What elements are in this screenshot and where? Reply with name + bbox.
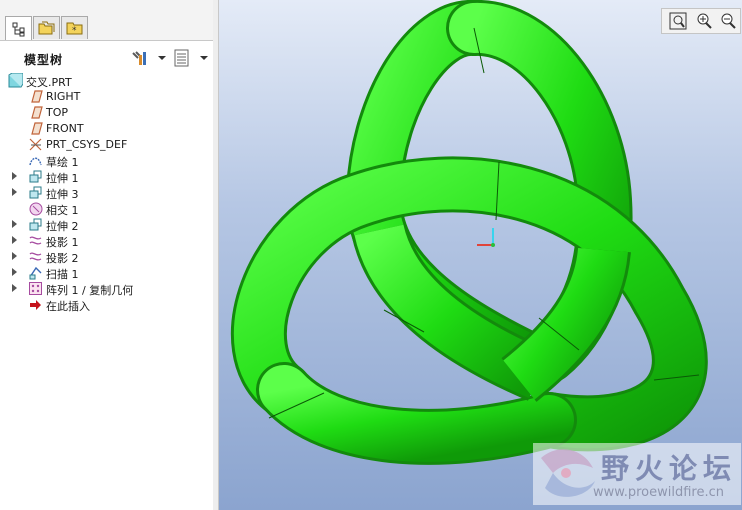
tree-item[interactable]: 草绘 1 — [0, 153, 213, 169]
tree-item-label: 投影 1 — [46, 236, 79, 249]
expand-arrow-icon[interactable] — [12, 252, 17, 260]
expand-arrow-icon[interactable] — [12, 172, 17, 180]
zoom-out-icon[interactable] — [718, 11, 738, 31]
projection-icon — [29, 252, 42, 261]
tree-toolbar — [130, 47, 210, 69]
watermark-url: www.proewildfire.cn — [593, 485, 724, 500]
tree-item[interactable]: FRONT — [0, 121, 213, 137]
sweep-icon — [29, 266, 42, 280]
datum-plane-icon — [31, 106, 43, 119]
tree-item[interactable]: PRT_CSYS_DEF — [0, 137, 213, 153]
view-toolbar — [661, 8, 741, 34]
tree-item[interactable]: 拉伸 3 — [0, 185, 213, 201]
favorites-tab[interactable]: * — [61, 16, 88, 39]
graphics-viewport[interactable] — [219, 0, 742, 510]
tree-root-label: 交叉.PRT — [26, 76, 72, 89]
extrude-icon — [29, 186, 42, 199]
tree-item-label: 拉伸 3 — [46, 188, 79, 201]
expand-arrow-icon[interactable] — [12, 220, 17, 228]
settings-dropdown-arrow[interactable] — [158, 56, 166, 60]
extrude-icon — [29, 218, 42, 231]
zoom-in-icon[interactable] — [694, 11, 714, 31]
expand-arrow-icon[interactable] — [12, 236, 17, 244]
intersect-icon — [29, 202, 43, 216]
tree-item[interactable]: 投影 1 — [0, 233, 213, 249]
tree-item[interactable]: TOP — [0, 105, 213, 121]
tree-item[interactable]: 阵列 1 / 复制几何 — [0, 281, 213, 297]
sketch-icon — [29, 157, 42, 166]
part-icon — [8, 73, 23, 88]
expand-arrow-icon[interactable] — [12, 188, 17, 196]
insert-here-arrow-icon — [30, 300, 41, 310]
panel-tabs: * — [0, 0, 213, 41]
tree-item-label: 投影 2 — [46, 252, 79, 265]
show-options-icon[interactable] — [174, 49, 190, 67]
tree-item[interactable]: 相交 1 — [0, 201, 213, 217]
projection-icon — [29, 236, 42, 245]
settings-icon[interactable] — [130, 49, 150, 67]
datum-plane-icon — [31, 90, 43, 103]
extrude-icon — [29, 170, 42, 183]
tree-item[interactable]: 投影 2 — [0, 249, 213, 265]
model-tree-icon — [12, 22, 24, 36]
coordinate-system-triad — [477, 228, 495, 247]
tree-item-label: TOP — [46, 106, 69, 119]
panel-title: 模型树 — [24, 53, 64, 67]
folder-browser-tab[interactable] — [33, 16, 60, 39]
folder-browser-icon — [38, 21, 54, 35]
expand-arrow-icon[interactable] — [12, 284, 17, 292]
coordinate-system-icon — [29, 138, 42, 151]
tree-item[interactable]: RIGHT — [0, 89, 213, 105]
tree-item-label: 相交 1 — [46, 204, 79, 217]
tree-item[interactable]: 在此插入 — [0, 297, 213, 313]
tree-root[interactable]: 交叉.PRT — [0, 73, 213, 89]
refit-icon[interactable] — [668, 11, 688, 31]
tree-item-label: PRT_CSYS_DEF — [46, 138, 128, 151]
expand-arrow-icon[interactable] — [12, 268, 17, 276]
tree-item-label: 拉伸 2 — [46, 220, 79, 233]
tree-header: 模型树 — [0, 42, 213, 72]
model-tree-panel: * 模型树 交叉.PRT RIGHT TOP FRONT PRT_CSYS_DEF 草绘… — [0, 0, 214, 510]
tree-item-label: 阵列 1 / 复制几何 — [46, 284, 134, 297]
tree-item[interactable]: 拉伸 2 — [0, 217, 213, 233]
forum-watermark: 野火论坛 www.proewildfire.cn — [533, 443, 741, 505]
datum-plane-icon — [31, 122, 43, 135]
tree-item-label: 在此插入 — [46, 300, 90, 313]
tree-item-label: 扫描 1 — [46, 268, 79, 281]
model-tree-tab[interactable] — [5, 16, 32, 40]
tree-item-label: RIGHT — [46, 90, 81, 103]
svg-text:*: * — [72, 26, 77, 36]
tree-item-label: FRONT — [46, 122, 84, 135]
tree-item[interactable]: 扫描 1 — [0, 265, 213, 281]
show-dropdown-arrow[interactable] — [200, 56, 208, 60]
watermark-title: 野火论坛 — [601, 452, 738, 485]
trefoil-knot-model[interactable] — [219, 0, 742, 510]
tree-item-label: 草绘 1 — [46, 156, 79, 169]
favorites-icon: * — [66, 22, 82, 36]
pattern-icon — [29, 282, 42, 295]
tree-item[interactable]: 拉伸 1 — [0, 169, 213, 185]
tree-item-label: 拉伸 1 — [46, 172, 79, 185]
